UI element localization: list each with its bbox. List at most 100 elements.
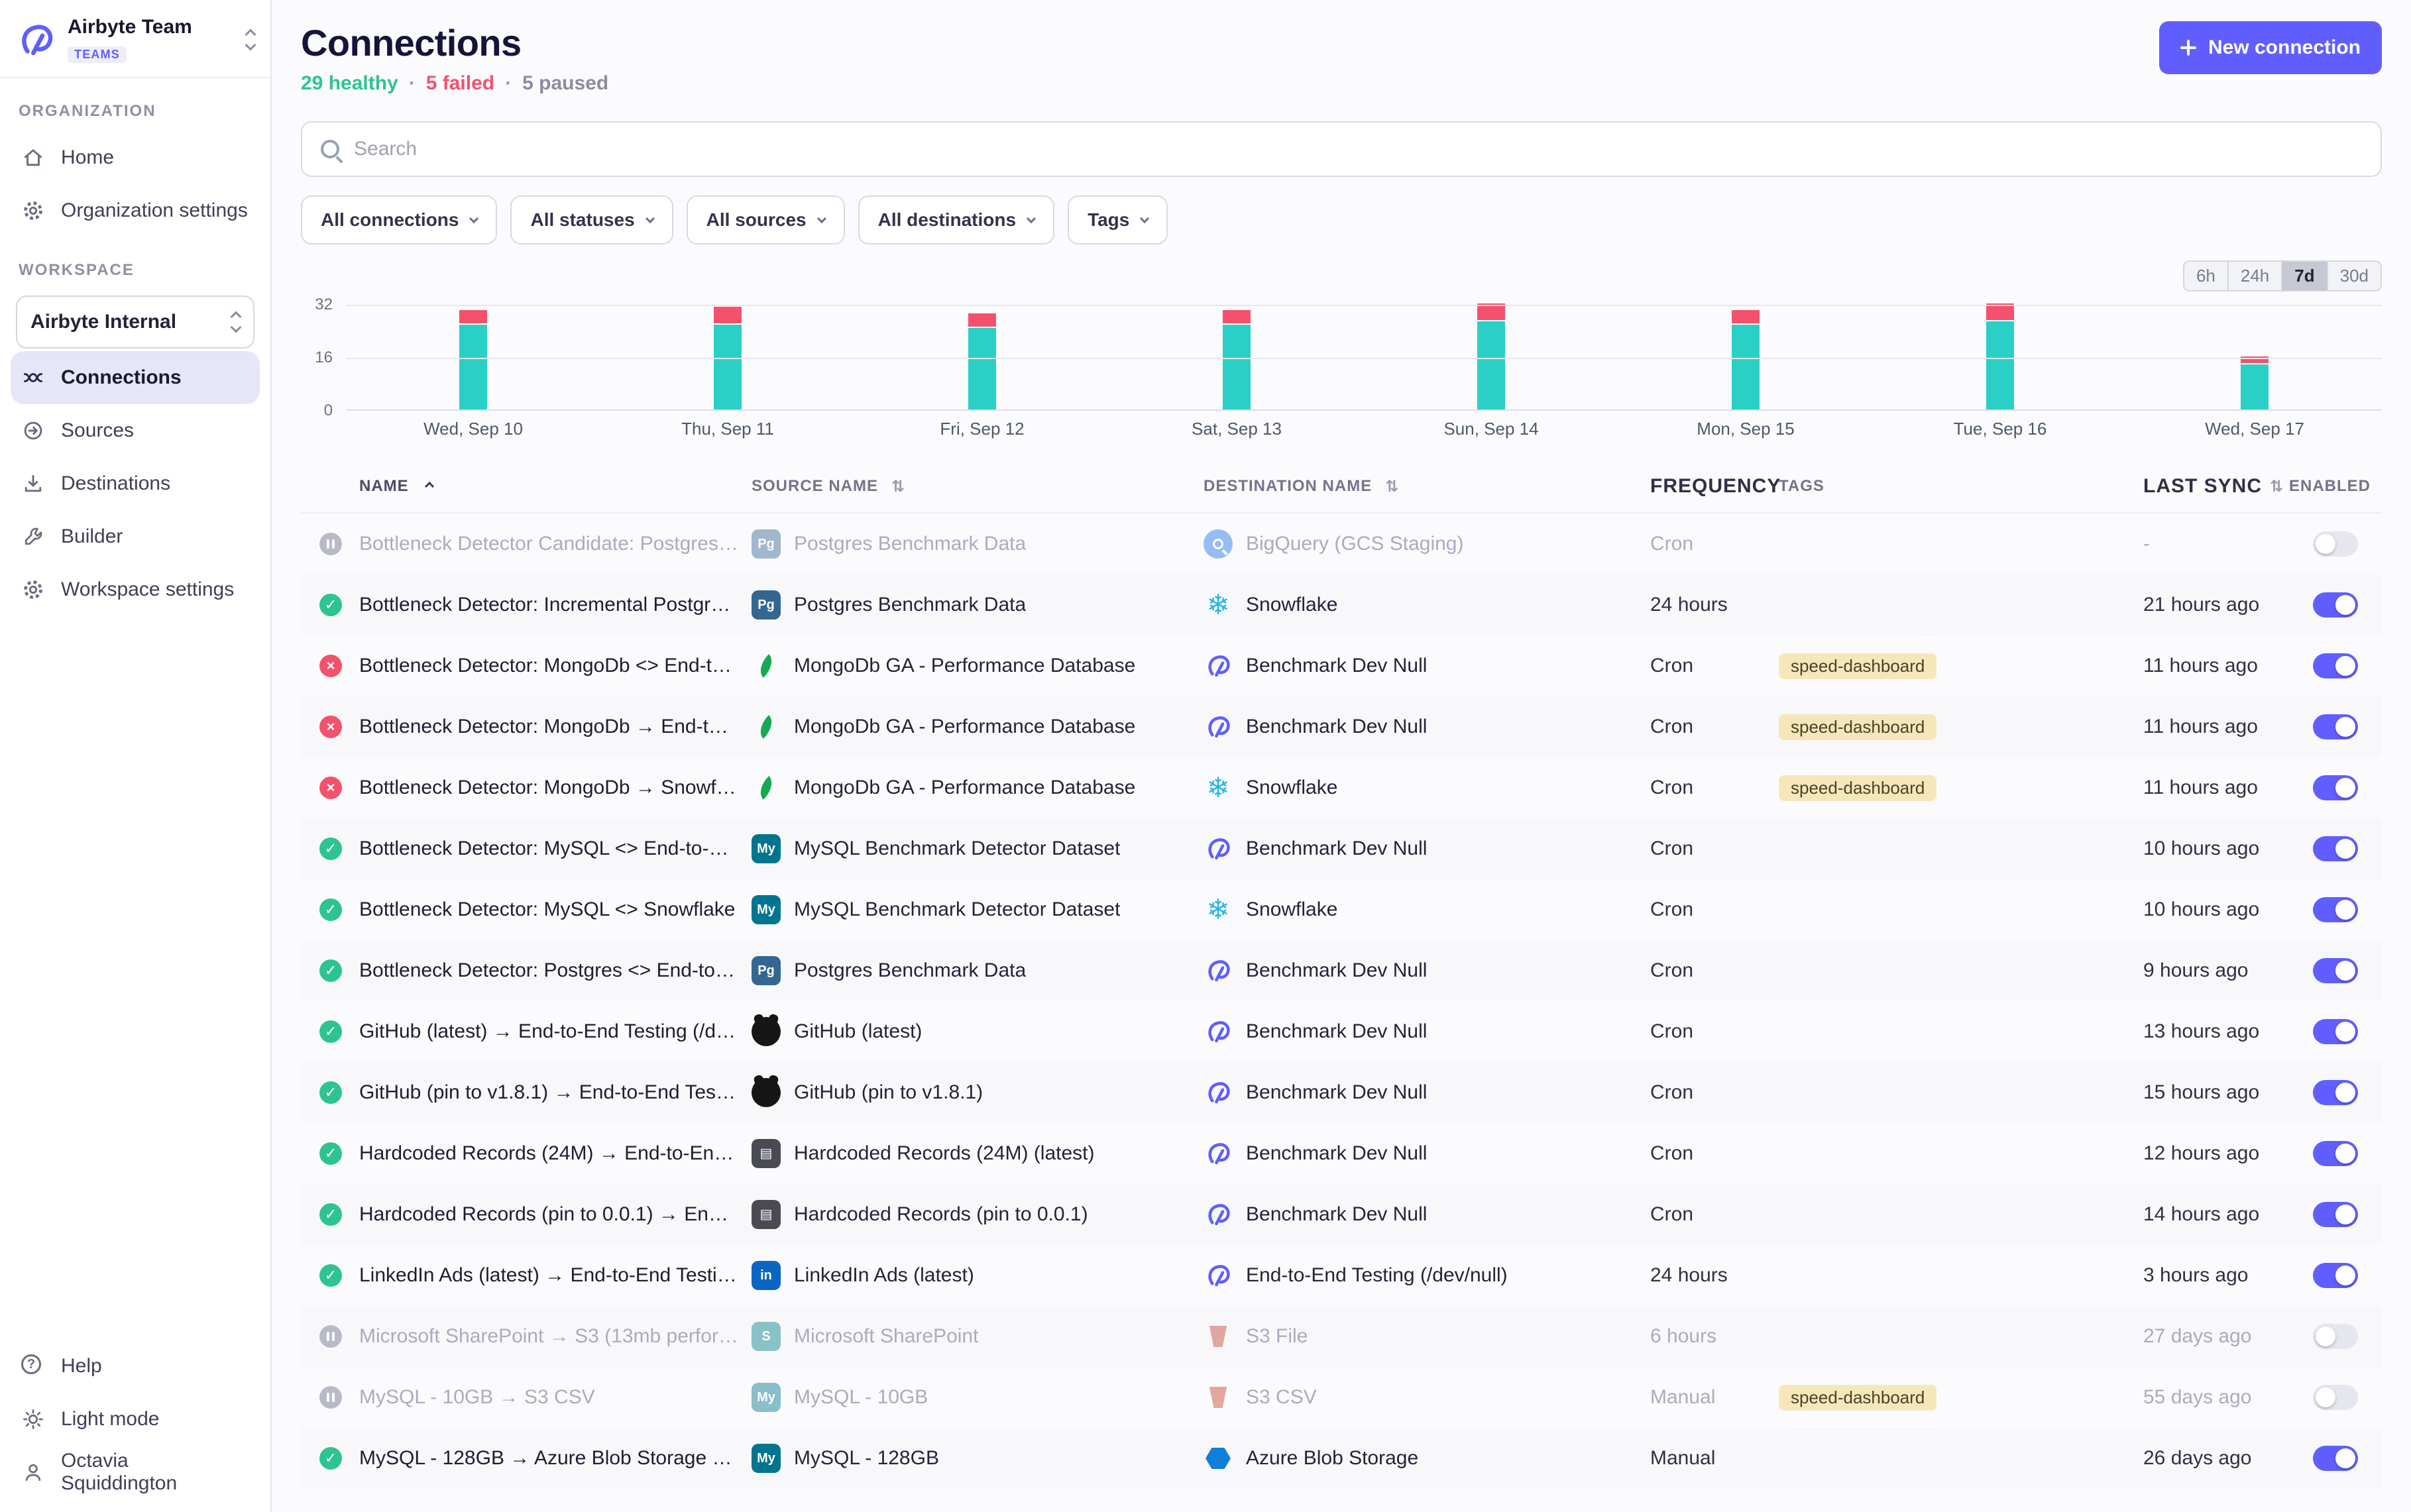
column-header-source-name[interactable]: SOURCE NAME⇅	[752, 477, 1204, 496]
chart-x-label: Thu, Sep 11	[600, 419, 855, 439]
source-name: Hardcoded Records (pin to 0.0.1)	[794, 1203, 1088, 1226]
filter-all-sources[interactable]: All sources	[687, 195, 845, 244]
paused-status-icon	[319, 1325, 342, 1348]
time-range-24h[interactable]: 24h	[2227, 262, 2281, 290]
new-connection-button[interactable]: New connection	[2159, 21, 2382, 74]
table-row[interactable]: ✓Bottleneck Detector: Incremental Postgr…	[301, 574, 2382, 635]
sidebar-item-user[interactable]: Octavia Squiddington	[11, 1446, 260, 1499]
enabled-toggle[interactable]	[2313, 1385, 2358, 1410]
destinations-icon	[21, 472, 45, 496]
enabled-toggle[interactable]	[2313, 897, 2358, 922]
sidebar-item-workspace-settings[interactable]: Workspace settings	[11, 563, 260, 616]
destination-cell: Benchmark Dev Null	[1204, 834, 1650, 863]
table-row[interactable]: ×Bottleneck Detector: MongoDb <> End-to-…	[301, 635, 2382, 696]
frequency: Cron	[1650, 959, 1779, 982]
healthy-status-icon: ✓	[319, 1020, 342, 1043]
table-row[interactable]: ✓Bottleneck Detector: MySQL <> End-to-En…	[301, 818, 2382, 879]
connection-name: Bottleneck Detector: MongoDb → Snowflake	[359, 777, 738, 799]
destination-name: Snowflake	[1246, 898, 1337, 921]
table-row[interactable]: ✓Bottleneck Detector: Postgres <> End-to…	[301, 940, 2382, 1001]
sidebar-item-label: Light mode	[61, 1408, 159, 1431]
sidebar-item-sources[interactable]: Sources	[11, 404, 260, 457]
s3-icon	[1204, 1322, 1233, 1351]
last-sync: 15 hours ago	[2143, 1081, 2289, 1104]
table-row[interactable]: ✓LinkedIn Ads (latest) → End-to-End Test…	[301, 1245, 2382, 1306]
tag-chip[interactable]: speed-dashboard	[1779, 775, 1936, 801]
enabled-cell	[2289, 1324, 2382, 1349]
enabled-toggle[interactable]	[2313, 958, 2358, 983]
table-row[interactable]: ✓GitHub (pin to v1.8.1) → End-to-End Tes…	[301, 1062, 2382, 1123]
enabled-toggle[interactable]	[2313, 1324, 2358, 1349]
toggle-knob	[2316, 1326, 2335, 1346]
failed-bar-segment	[1223, 310, 1251, 323]
tag-chip[interactable]: speed-dashboard	[1779, 653, 1936, 679]
sidebar-item-help[interactable]: Help	[11, 1340, 260, 1393]
enabled-toggle[interactable]	[2313, 653, 2358, 678]
table-row[interactable]: ✓GitHub (latest) → End-to-End Testing (/…	[301, 1001, 2382, 1062]
enabled-toggle[interactable]	[2313, 1080, 2358, 1105]
frequency: Cron	[1650, 533, 1779, 555]
sidebar-item-home[interactable]: Home	[11, 131, 260, 184]
enabled-toggle[interactable]	[2313, 1446, 2358, 1471]
healthy-status-icon: ✓	[319, 1081, 342, 1104]
table-row[interactable]: Microsoft SharePoint → S3 (13mb performa…	[301, 1306, 2382, 1367]
source-cell: MongoDb GA - Performance Database	[752, 651, 1204, 680]
enabled-toggle[interactable]	[2313, 836, 2358, 861]
sidebar-item-organization-settings[interactable]: Organization settings	[11, 184, 260, 237]
airbyte-icon	[1204, 651, 1233, 680]
table-row[interactable]: ✓MySQL - 128GB → Azure Blob Storage JSOn…	[301, 1428, 2382, 1489]
mysql-icon: My	[752, 895, 781, 924]
enabled-toggle[interactable]	[2313, 775, 2358, 800]
hardcoded-icon: ▤	[752, 1200, 781, 1229]
sort-icon: ⇅	[2270, 477, 2284, 496]
user-icon	[21, 1460, 45, 1484]
source-name: MySQL Benchmark Detector Dataset	[794, 837, 1120, 860]
enabled-toggle[interactable]	[2313, 1202, 2358, 1227]
connections-table: NAME SOURCE NAME⇅ DESTINATION NAME⇅ FREQ…	[301, 460, 2382, 1489]
connection-name-cell: ×Bottleneck Detector: MongoDb <> End-to-…	[301, 655, 752, 677]
search-input[interactable]	[354, 138, 2362, 160]
column-header-name[interactable]: NAME	[301, 477, 752, 496]
time-range-6h[interactable]: 6h	[2184, 262, 2227, 290]
column-header-last-sync[interactable]: LAST SYNC⇅	[2143, 475, 2289, 498]
sidebar-item-connections[interactable]: Connections	[11, 351, 260, 404]
table-row[interactable]: ✓Bottleneck Detector: MySQL <> Snowflake…	[301, 879, 2382, 940]
org-switcher[interactable]: Airbyte Team TEAMS	[0, 13, 270, 78]
enabled-toggle[interactable]	[2313, 1141, 2358, 1166]
destination-name: Benchmark Dev Null	[1246, 655, 1427, 677]
succeeded-bar-segment	[459, 325, 487, 411]
enabled-toggle[interactable]	[2313, 592, 2358, 618]
column-header-destination-name[interactable]: DESTINATION NAME⇅	[1204, 477, 1650, 496]
table-row[interactable]: ✓Hardcoded Records (24M) → End-to-End Te…	[301, 1123, 2382, 1184]
time-range-7d[interactable]: 7d	[2281, 262, 2326, 290]
table-row[interactable]: ×Bottleneck Detector: MongoDb → End-to-E…	[301, 696, 2382, 757]
tag-chip[interactable]: speed-dashboard	[1779, 714, 1936, 740]
filter-tags[interactable]: Tags	[1068, 195, 1168, 244]
tag-chip[interactable]: speed-dashboard	[1779, 1385, 1936, 1411]
destination-cell: Benchmark Dev Null	[1204, 1200, 1650, 1229]
table-row[interactable]: ×Bottleneck Detector: MongoDb → Snowflak…	[301, 757, 2382, 818]
sidebar-item-light-mode[interactable]: Light mode	[11, 1393, 260, 1446]
enabled-toggle[interactable]	[2313, 714, 2358, 739]
table-row[interactable]: ✓Hardcoded Records (pin to 0.0.1) → End-…	[301, 1184, 2382, 1245]
enabled-toggle[interactable]	[2313, 1019, 2358, 1044]
chevron-down-icon	[1027, 214, 1036, 223]
sidebar-item-destinations[interactable]: Destinations	[11, 457, 260, 510]
sidebar-item-builder[interactable]: Builder	[11, 510, 260, 563]
workspace-selector[interactable]: Airbyte Internal	[16, 296, 254, 349]
destination-name: BigQuery (GCS Staging)	[1246, 533, 1463, 555]
sidebar-item-label: Connections	[61, 366, 182, 389]
destination-name: End-to-End Testing (/dev/null)	[1246, 1264, 1508, 1287]
table-row[interactable]: MySQL - 10GB → S3 CSVMyMySQL - 10GBS3 CS…	[301, 1367, 2382, 1428]
time-range-30d[interactable]: 30d	[2327, 262, 2381, 290]
chart-y-axis: 32160	[301, 305, 346, 411]
new-connection-label: New connection	[2208, 36, 2361, 59]
toggle-knob	[2335, 778, 2355, 798]
enabled-toggle[interactable]	[2313, 1263, 2358, 1288]
filter-all-destinations[interactable]: All destinations	[858, 195, 1054, 244]
filter-all-statuses[interactable]: All statuses	[510, 195, 673, 244]
enabled-toggle[interactable]	[2313, 531, 2358, 557]
table-row[interactable]: Bottleneck Detector Candidate: Postgres …	[301, 513, 2382, 574]
filter-all-connections[interactable]: All connections	[301, 195, 497, 244]
source-cell: ▤Hardcoded Records (24M) (latest)	[752, 1139, 1204, 1168]
